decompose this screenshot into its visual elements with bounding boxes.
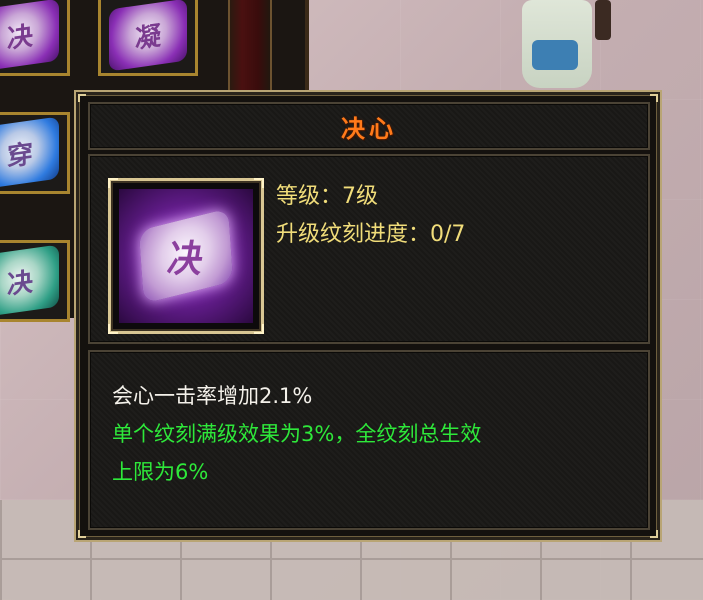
rune-slot[interactable]: 决 — [0, 240, 70, 322]
frame-corner — [650, 94, 658, 102]
frame-corner — [108, 324, 118, 334]
player-character[interactable] — [500, 0, 620, 90]
rune-info-box: 决 等级：7级 升级纹刻进度：0/7 — [88, 154, 650, 344]
rune-icon-frame: 决 — [108, 178, 264, 334]
rune-slot[interactable]: 凝 — [98, 0, 198, 76]
frame-corner — [78, 530, 86, 538]
rune-gem-icon: 决 — [0, 244, 59, 318]
rune-glyph: 穿 — [6, 138, 33, 173]
rune-gem-icon: 决 — [119, 189, 253, 323]
rune-level: 等级：7级 — [276, 184, 378, 209]
rune-title: 决心 — [341, 113, 397, 143]
rune-glyph: 决 — [6, 266, 33, 301]
rune-gem-icon: 凝 — [109, 0, 187, 72]
tooltip-title-bar: 决心 — [88, 102, 650, 150]
character-hair — [595, 0, 611, 40]
rune-gem-icon: 决 — [0, 0, 59, 72]
upgrade-progress: 升级纹刻进度：0/7 — [276, 222, 466, 247]
frame-corner — [254, 178, 264, 188]
rune-slot[interactable]: 穿 — [0, 112, 70, 194]
rune-gem-stone: 决 — [138, 208, 234, 304]
rune-icon-glyph: 决 — [164, 237, 207, 282]
character-sash — [532, 40, 578, 70]
frame-corner — [650, 530, 658, 538]
rune-gem-icon: 穿 — [0, 116, 59, 190]
rune-glyph: 凝 — [134, 20, 161, 55]
rune-description-box: 会心一击率增加2.1% 单个纹刻满级效果为3%，全纹刻总生效 上限为6% — [88, 350, 650, 530]
frame-corner — [78, 94, 86, 102]
effect-text: 会心一击率增加2.1% — [112, 384, 313, 408]
rune-slot[interactable]: 决 — [0, 0, 70, 76]
rune-glyph: 决 — [6, 20, 33, 55]
rune-tooltip: 决心 决 等级：7级 升级纹刻进度：0/7 会心一击率增加2.1% 单个纹刻满级… — [74, 90, 662, 542]
note-text-line-1: 单个纹刻满级效果为3%，全纹刻总生效 — [112, 422, 482, 446]
frame-corner — [254, 324, 264, 334]
frame-corner — [108, 178, 118, 188]
note-text-line-2: 上限为6% — [112, 460, 209, 484]
